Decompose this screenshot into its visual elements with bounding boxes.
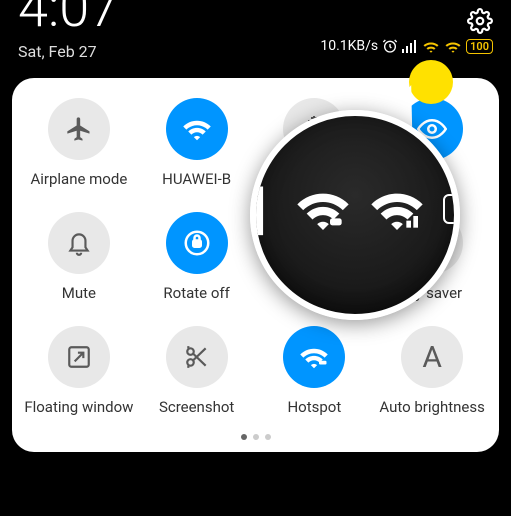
bell-icon [48, 212, 110, 274]
zoom-edge-right [443, 194, 460, 224]
tile-label: Hotspot [287, 398, 341, 416]
auto-brightness-icon: A [401, 326, 463, 388]
zoom-wifi-icon-2 [369, 187, 425, 231]
rotate-lock-icon [166, 212, 228, 274]
signal-icon [402, 39, 418, 53]
pager-dot [241, 434, 247, 440]
scissors-icon [166, 326, 228, 388]
pager-dots[interactable] [20, 434, 491, 440]
status-indicators: 10.1KB/s 100 [320, 38, 493, 54]
tile-label: Airplane mode [30, 170, 127, 188]
airplane-icon [48, 98, 110, 160]
tile-floating-window[interactable]: Floating window [20, 326, 138, 416]
tile-auto-brightness[interactable]: A Auto brightness [373, 326, 491, 416]
tile-label: Mute [62, 284, 96, 302]
date: Sat, Feb 27 [18, 42, 97, 61]
wifi-icon-2 [444, 39, 462, 53]
tile-label: Screenshot [159, 398, 234, 416]
battery-indicator: 100 [466, 39, 493, 54]
clock: 4:07 [18, 0, 493, 36]
wifi-icon [166, 98, 228, 160]
status-bar: 4:07 Sat, Feb 27 10.1KB/s 100 [0, 0, 511, 62]
settings-icon[interactable] [467, 8, 493, 34]
alarm-icon [382, 38, 398, 54]
wifi-icon-1 [422, 39, 440, 53]
float-window-icon [48, 326, 110, 388]
tile-hotspot[interactable]: Hotspot [256, 326, 374, 416]
tile-label: Floating window [24, 398, 133, 416]
tile-label: HUAWEI-B [162, 170, 231, 188]
zoom-wifi-icon-1 [295, 187, 351, 231]
tile-rotate[interactable]: Rotate off [138, 212, 256, 302]
zoom-edge-left: ▌ [250, 186, 277, 233]
data-rate: 10.1KB/s [320, 38, 378, 54]
pager-dot [265, 434, 271, 440]
tile-airplane[interactable]: Airplane mode [20, 98, 138, 188]
magnifier-callout: ▌ [250, 110, 460, 320]
hotspot-icon [283, 326, 345, 388]
tile-mute[interactable]: Mute [20, 212, 138, 302]
tile-wifi[interactable]: HUAWEI-B [138, 98, 256, 188]
tile-screenshot[interactable]: Screenshot [138, 326, 256, 416]
tile-label: Auto brightness [379, 398, 484, 416]
pager-dot [253, 434, 259, 440]
tile-label: Rotate off [163, 284, 229, 302]
